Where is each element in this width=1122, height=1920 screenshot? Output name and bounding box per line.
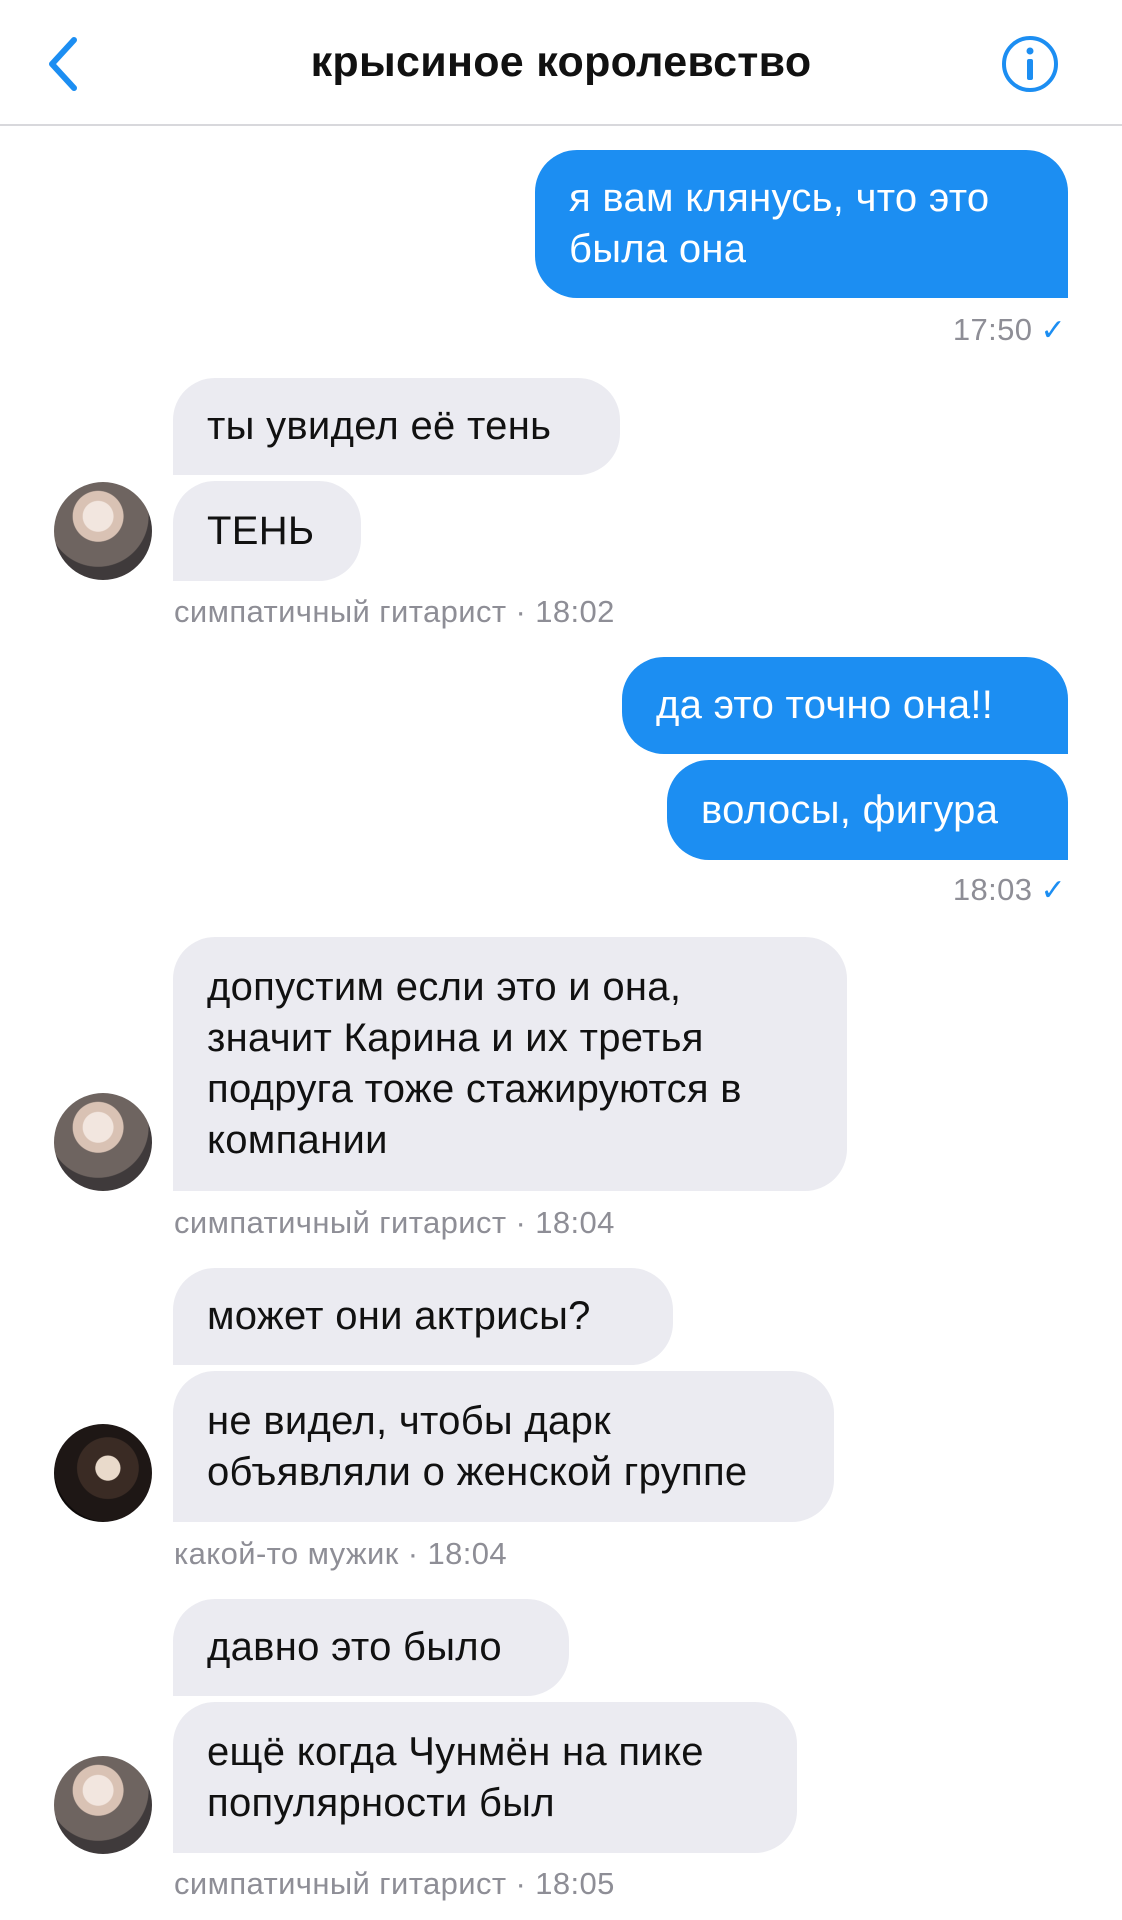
message-text: ещё когда Чунмён на пике популярности бы…	[207, 1729, 704, 1825]
sender-avatar[interactable]	[54, 1093, 152, 1191]
incoming-message[interactable]: давно это было	[173, 1599, 569, 1696]
info-circle-icon[interactable]	[1000, 34, 1060, 94]
message-text: может они актрисы?	[207, 1294, 591, 1338]
sender-name-time: симпатичный гитарист · 18:02	[174, 594, 615, 629]
message-time: 17:50	[952, 312, 1033, 347]
incoming-message[interactable]: ещё когда Чунмён на пике популярности бы…	[173, 1702, 797, 1853]
incoming-message[interactable]: ты увидел её тень	[173, 378, 620, 475]
outgoing-message[interactable]: волосы, фигура	[667, 760, 1068, 860]
message-text: я вам клянусь, что это была она	[569, 176, 990, 271]
chat-title: крысиное королевство	[310, 38, 812, 86]
read-check-icon: ✓	[1040, 874, 1066, 907]
chat-header: крысиное королевство	[0, 0, 1122, 126]
message-text: ТЕНЬ	[207, 508, 315, 553]
sender-avatar[interactable]	[54, 1424, 152, 1522]
message-text: давно это было	[207, 1625, 502, 1669]
message-text: не видел, чтобы дарк объявляли о женской…	[207, 1398, 748, 1494]
message-text: да это точно она!!	[656, 683, 994, 727]
sender-avatar[interactable]	[54, 482, 152, 580]
message-text: допустим если это и она, значит Карина и…	[207, 965, 742, 1162]
sender-name-time: симпатичный гитарист · 18:04	[174, 1205, 615, 1240]
message-meta: 17:50 ✓	[900, 312, 1066, 348]
incoming-message[interactable]: может они актрисы?	[173, 1268, 673, 1365]
sender-name-time: какой-то мужик · 18:04	[174, 1536, 508, 1571]
outgoing-message[interactable]: я вам клянусь, что это была она	[535, 150, 1068, 298]
incoming-message[interactable]: не видел, чтобы дарк объявляли о женской…	[173, 1371, 834, 1522]
sender-name-time: симпатичный гитарист · 18:05	[174, 1866, 615, 1901]
sender-avatar[interactable]	[54, 1756, 152, 1854]
outgoing-message[interactable]: да это точно она!!	[622, 657, 1068, 754]
incoming-message[interactable]: ТЕНЬ	[173, 481, 361, 581]
message-time: 18:03	[952, 872, 1033, 907]
message-text: ты увидел её тень	[207, 404, 552, 448]
incoming-message[interactable]: допустим если это и она, значит Карина и…	[173, 937, 847, 1191]
message-meta: 18:03 ✓	[900, 872, 1066, 908]
message-text: волосы, фигура	[701, 787, 999, 832]
read-check-icon: ✓	[1040, 314, 1066, 347]
